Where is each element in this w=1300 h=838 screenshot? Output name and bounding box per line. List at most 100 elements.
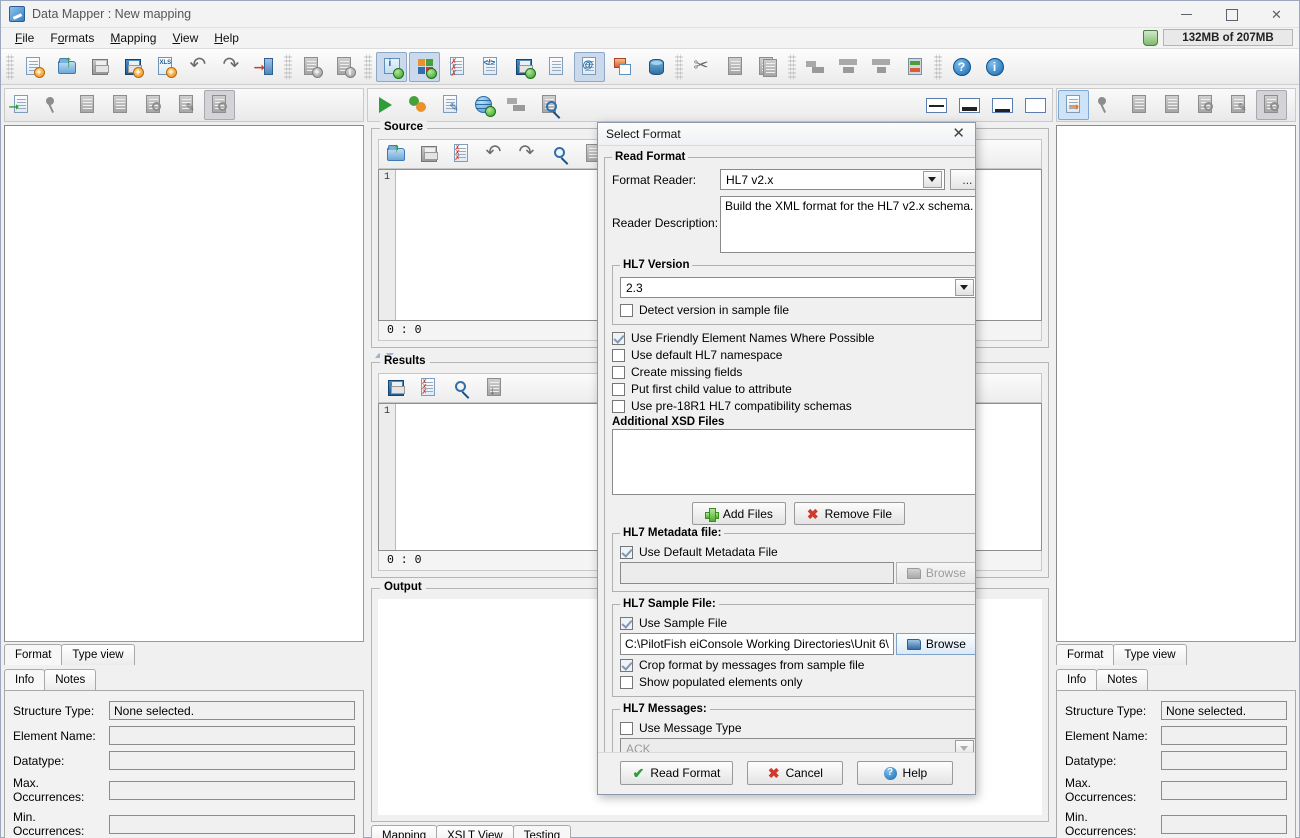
redo-icon[interactable]: ↷ xyxy=(512,139,543,169)
menu-item-formats[interactable]: Formats xyxy=(42,29,102,47)
minimize-button[interactable] xyxy=(1164,1,1209,28)
use-sample-file-row[interactable]: Use Sample File xyxy=(620,616,975,630)
field-value-element-name[interactable] xyxy=(109,726,355,745)
field-value-max-occurrences[interactable] xyxy=(109,780,355,800)
first-child-attribute-checkbox[interactable] xyxy=(612,382,625,396)
edit-target-icon[interactable]: ✎ xyxy=(1223,90,1254,120)
show-populated-checkbox[interactable] xyxy=(620,675,633,689)
option-row[interactable]: Create missing fields xyxy=(612,365,975,379)
table-mapping-icon[interactable] xyxy=(607,52,638,82)
notepad-target-icon[interactable] xyxy=(1124,90,1155,120)
detect-version-row[interactable]: Detect version in sample file xyxy=(620,303,975,317)
toolbar-grip[interactable] xyxy=(788,53,796,80)
list-source-icon[interactable] xyxy=(105,90,136,120)
option-row[interactable]: Use pre-18R1 HL7 compatibility schemas xyxy=(612,399,975,413)
layout-top-split-icon[interactable] xyxy=(954,90,985,120)
paste-icon[interactable] xyxy=(753,52,784,82)
export-xls-icon[interactable]: + xyxy=(150,52,181,82)
sample-path-field[interactable]: C:\PilotFish eiConsole Working Directori… xyxy=(620,633,894,655)
close-button[interactable]: ✕ xyxy=(1254,1,1299,28)
tab-format[interactable]: Format xyxy=(4,644,63,665)
redo-icon[interactable]: ↷ xyxy=(216,52,247,82)
link-target-icon[interactable] xyxy=(1091,90,1122,120)
format-doc-icon[interactable] xyxy=(541,52,572,82)
preview-source-icon[interactable] xyxy=(138,90,169,120)
run-test-icon[interactable] xyxy=(369,90,400,120)
option-row[interactable]: Use Friendly Element Names Where Possibl… xyxy=(612,331,975,345)
read-format-button[interactable]: ✔ Read Format xyxy=(619,761,734,785)
target-format-icon[interactable] xyxy=(409,51,440,82)
menu-item-mapping[interactable]: Mapping xyxy=(102,29,164,47)
undo-icon[interactable]: ↶ xyxy=(183,52,214,82)
chevron-down-icon[interactable] xyxy=(954,740,974,752)
field-value-min-occurrences[interactable] xyxy=(109,814,355,834)
preview-target-icon[interactable] xyxy=(1190,90,1221,120)
settings-gears-icon[interactable] xyxy=(402,90,433,120)
field-value-structure-type-right[interactable]: None selected. xyxy=(1161,701,1287,720)
field-value-datatype-right[interactable] xyxy=(1161,751,1287,770)
message-type-combo[interactable]: ACK xyxy=(620,738,975,752)
tab-mapping[interactable]: Mapping xyxy=(371,825,438,838)
align-center-icon[interactable] xyxy=(833,52,864,82)
toolbar-grip[interactable] xyxy=(364,53,372,80)
field-value-structure-type[interactable]: None selected. xyxy=(109,701,355,720)
transform-icon[interactable] xyxy=(501,90,532,120)
use-message-type-row[interactable]: Use Message Type xyxy=(620,721,975,735)
tree-source-icon[interactable] xyxy=(204,90,235,120)
option-row[interactable]: Put first child value to attribute xyxy=(612,382,975,396)
trash-recycle-icon[interactable] xyxy=(1143,29,1158,46)
layout-horizontal-split-icon[interactable] xyxy=(921,90,952,120)
toolbar-grip[interactable] xyxy=(934,53,942,80)
edit-notes-icon[interactable]: ✎ xyxy=(435,90,466,120)
toolbar-grip[interactable] xyxy=(284,53,292,80)
use-sample-file-checkbox[interactable] xyxy=(620,616,633,630)
new-mapping-icon[interactable]: + xyxy=(18,52,49,82)
cancel-button[interactable]: ✖ Cancel xyxy=(747,761,844,785)
crop-format-checkbox[interactable] xyxy=(620,658,633,672)
tab-xslt-view[interactable]: XSLT View xyxy=(436,825,514,838)
toolbar-grip[interactable] xyxy=(6,53,14,80)
search-icon[interactable] xyxy=(545,139,576,169)
crop-format-row[interactable]: Crop format by messages from sample file xyxy=(620,658,975,672)
create-missing-fields-checkbox[interactable] xyxy=(612,365,625,379)
target-format-tree[interactable] xyxy=(1056,125,1296,642)
source-format-tree[interactable] xyxy=(4,125,364,642)
tab-type-view-right[interactable]: Type view xyxy=(1113,644,1187,665)
toolbar-grip[interactable] xyxy=(675,53,683,80)
field-value-max-occurrences-right[interactable] xyxy=(1161,780,1287,800)
layout-bottom-split-icon[interactable] xyxy=(987,90,1018,120)
menu-item-file[interactable]: File xyxy=(7,29,42,47)
align-left-icon[interactable] xyxy=(800,52,831,82)
inspect-icon[interactable] xyxy=(534,90,565,120)
add-files-button[interactable]: Add Files xyxy=(691,502,786,525)
import-target-format-icon[interactable]: ➞ xyxy=(1058,90,1089,120)
import-source-format-icon[interactable]: ➞ xyxy=(6,90,37,120)
search-results-icon[interactable] xyxy=(446,373,477,403)
copy-icon[interactable] xyxy=(720,52,751,82)
open-mapping-icon[interactable]: ↑ xyxy=(51,52,82,82)
help-icon[interactable]: ? xyxy=(946,52,977,82)
sample-browse-button[interactable]: Browse xyxy=(895,633,975,655)
tab-testing[interactable]: Testing xyxy=(512,825,572,838)
notepad-source-icon[interactable] xyxy=(72,90,103,120)
chevron-down-icon[interactable] xyxy=(954,279,974,296)
subtab-info-right[interactable]: Info xyxy=(1056,669,1098,690)
undo-icon[interactable]: ↶ xyxy=(479,139,510,169)
default-namespace-checkbox[interactable] xyxy=(612,348,625,362)
link-source-icon[interactable] xyxy=(39,90,70,120)
subtab-notes-right[interactable]: Notes xyxy=(1096,669,1149,690)
menu-item-help[interactable]: Help xyxy=(206,29,247,47)
validate-list-icon[interactable]: ✗ ✗ ✗ xyxy=(446,139,477,169)
align-right-icon[interactable] xyxy=(866,52,897,82)
source-format-icon[interactable]: i xyxy=(376,51,407,82)
format-reader-browse-button[interactable]: ... xyxy=(949,169,975,190)
save-format-icon[interactable] xyxy=(508,52,539,82)
format-reader-combo[interactable]: HL7 v2.x xyxy=(720,169,945,190)
validate-results-icon[interactable]: ✗ ✗ ✗ xyxy=(413,373,444,403)
tab-format-right[interactable]: Format xyxy=(1056,644,1115,665)
use-default-metadata-checkbox[interactable] xyxy=(620,545,633,559)
subtab-info[interactable]: Info xyxy=(4,669,46,690)
subtab-notes[interactable]: Notes xyxy=(44,669,97,690)
layout-full-icon[interactable] xyxy=(1020,90,1051,120)
use-default-metadata-row[interactable]: Use Default Metadata File xyxy=(620,545,975,559)
